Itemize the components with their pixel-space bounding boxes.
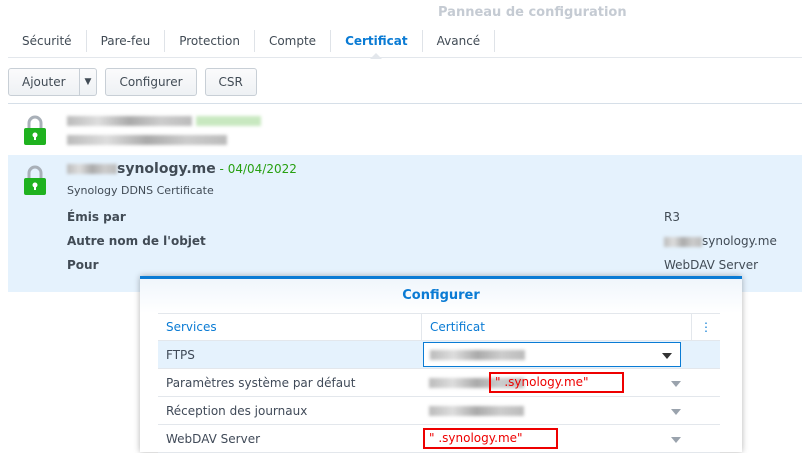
tab-pare-feu[interactable]: Pare-feu [87, 30, 166, 52]
column-services[interactable]: Services [158, 320, 421, 334]
certificate-desc: Synology DDNS Certificate [67, 184, 214, 197]
certificate-select[interactable] [423, 342, 681, 367]
issuer-value: R3 [664, 210, 680, 224]
window-title: Panneau de configuration [438, 5, 627, 20]
table-row[interactable]: FTPS [158, 341, 720, 369]
tab-compte[interactable]: Compte [255, 30, 332, 52]
annotation-box: " .synology.me" [489, 372, 624, 393]
table-header: Services Certificat ⋮ [158, 313, 720, 341]
certificate-select[interactable]: " .synology.me" [421, 425, 691, 452]
services-table: Services Certificat ⋮ FTPS Paramètres sy… [158, 313, 720, 453]
tab-protection[interactable]: Protection [165, 30, 255, 52]
certificate-name: synology.me - 04/04/2022 [67, 161, 297, 177]
service-name: Réception des journaux [166, 403, 308, 418]
chevron-down-icon [662, 352, 672, 364]
service-name: WebDAV Server [166, 431, 261, 446]
certificate-item[interactable] [8, 105, 802, 153]
csr-button[interactable]: CSR [204, 68, 257, 96]
dialog-title: Configurer [140, 279, 742, 313]
divider [8, 103, 802, 104]
lock-icon [24, 115, 46, 145]
tab-securite[interactable]: Sécurité [8, 30, 87, 52]
service-name: Paramètres système par défaut [166, 375, 356, 390]
add-dropdown-button[interactable]: ▼ [79, 68, 98, 96]
certificate-select[interactable] [421, 397, 691, 424]
tab-avance[interactable]: Avancé [423, 30, 496, 52]
annotation-box: " .synology.me" [423, 428, 558, 449]
issuer-label: Émis par [67, 210, 126, 224]
tab-certificat[interactable]: Certificat [331, 30, 423, 59]
toolbar: Ajouter ▼ Configurer CSR [8, 68, 257, 96]
certificate-desc-blurred [67, 133, 227, 146]
column-certificat[interactable]: Certificat [421, 314, 691, 340]
san-label: Autre nom de l'objet [67, 234, 206, 248]
chevron-down-icon [671, 436, 681, 448]
configure-dialog: Configurer Services Certificat ⋮ FTPS Pa… [140, 276, 742, 453]
lock-icon [24, 165, 46, 195]
add-button[interactable]: Ajouter [8, 68, 80, 96]
table-row[interactable]: WebDAV Server " .synology.me" [158, 425, 720, 453]
column-menu-icon[interactable]: ⋮ [691, 314, 720, 340]
table-row[interactable]: Paramètres système par défaut " .synolog… [158, 369, 720, 397]
table-row[interactable]: Réception des journaux [158, 397, 720, 425]
for-value: WebDAV Server [664, 258, 759, 272]
configure-button[interactable]: Configurer [105, 68, 197, 96]
tab-bar: Sécurité Pare-feu Protection Compte Cert… [8, 30, 802, 59]
service-name: FTPS [166, 347, 195, 362]
san-value: synology.me [664, 234, 777, 248]
certificate-item-selected[interactable]: synology.me - 04/04/2022 Synology DDNS C… [8, 155, 802, 292]
chevron-down-icon [671, 380, 681, 392]
chevron-down-icon [671, 408, 681, 420]
for-label: Pour [67, 258, 99, 272]
certificate-name-blurred [67, 113, 261, 129]
certificate-select[interactable]: " .synology.me" [421, 369, 691, 396]
certificate-date: 04/04/2022 [227, 162, 297, 176]
